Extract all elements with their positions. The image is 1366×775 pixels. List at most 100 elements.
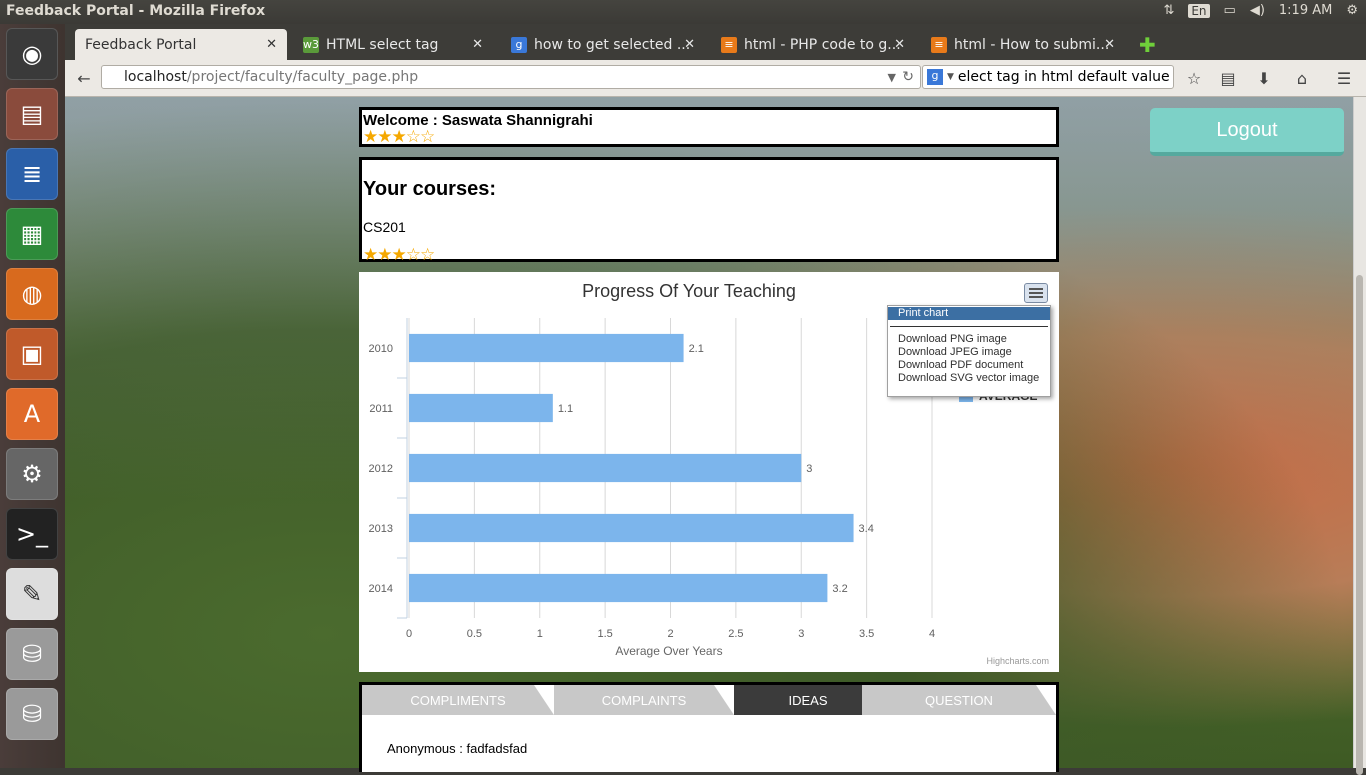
search-bar[interactable]: g ▼ elect tag in html default value (922, 65, 1174, 89)
chevron-down-icon[interactable]: ▼ (947, 72, 954, 82)
tab-html-select-tag[interactable]: w3 HTML select tag ✕ (293, 29, 493, 60)
close-icon[interactable]: ✕ (266, 37, 277, 52)
x-tick-label: 3.5 (859, 628, 874, 640)
star-filled-icon: ★ (377, 245, 392, 264)
settings-icon[interactable]: ⚙ (6, 448, 58, 500)
firefox-icon[interactable]: ◍ (6, 268, 58, 320)
teaching-progress-chart: Progress Of Your Teaching 2010 2011 2012 20… (359, 272, 1059, 672)
page-viewport: Welcome : Saswata Shannigrahi ★★★☆☆ Logo… (65, 97, 1354, 772)
bar-2014[interactable] (409, 573, 828, 603)
menu-item-download-jpeg[interactable]: Download JPEG image (888, 346, 1050, 359)
x-tick-label: 1 (537, 628, 543, 640)
system-tray: ⇅ En ▭ ◀) 1:19 AM ⚙ (1163, 3, 1358, 18)
new-tab-icon[interactable]: ✚ (1139, 33, 1156, 57)
feedback-tabs-panel: COMPLIMENTS COMPLAINTS IDEAS QUESTION An… (359, 682, 1059, 772)
bar-2013[interactable] (409, 513, 854, 543)
chart-context-menu-button[interactable] (1024, 283, 1048, 303)
drive-icon[interactable]: ⛁ (6, 628, 58, 680)
clock[interactable]: 1:19 AM (1279, 3, 1332, 18)
reload-icon[interactable]: ↻ (902, 69, 914, 85)
browser-tab-strip: Feedback Portal ✕ w3 HTML select tag ✕ g… (65, 24, 1366, 60)
search-input-text[interactable]: elect tag in html default value (958, 69, 1170, 85)
gear-icon[interactable]: ⚙ (1346, 3, 1358, 18)
google-favicon-icon[interactable]: g (927, 69, 943, 85)
tab-how-to-get-selected[interactable]: g how to get selected ... ✕ (501, 29, 705, 60)
close-icon[interactable]: ✕ (472, 37, 483, 52)
x-tick-label: 1.5 (597, 628, 612, 640)
google-favicon-icon: g (511, 36, 527, 53)
menu-item-print-chart[interactable]: Print chart (888, 307, 1050, 320)
chevron-down-icon[interactable]: ▼ (888, 71, 896, 84)
x-tick-label: 3 (798, 628, 804, 640)
tab-label: html - PHP code to g... (744, 36, 901, 53)
calc-icon[interactable]: ▦ (6, 208, 58, 260)
drive-icon[interactable]: ⛁ (6, 688, 58, 740)
x-tick-label: 0.5 (467, 628, 482, 640)
url-bar[interactable]: localhost/project/faculty/faculty_page.p… (101, 65, 921, 89)
bar-2010[interactable] (409, 333, 684, 363)
keyboard-layout-indicator[interactable]: En (1188, 3, 1210, 18)
x-tick-label: 0 (406, 628, 412, 640)
menu-item-download-svg[interactable]: Download SVG vector image (888, 372, 1050, 385)
tab-label: how to get selected ... (534, 36, 691, 53)
network-icon[interactable]: ⇅ (1163, 3, 1174, 18)
tab-php-code[interactable]: ≡ html - PHP code to g... ✕ (711, 29, 915, 60)
tab-complaints[interactable]: COMPLAINTS (554, 685, 734, 715)
downloads-icon[interactable]: ⬇ (1251, 66, 1277, 90)
stackoverflow-favicon-icon: ≡ (721, 36, 737, 53)
star-empty-icon: ☆ (405, 127, 421, 147)
tab-label: COMPLAINTS (601, 692, 687, 708)
terminal-icon[interactable]: >_ (6, 508, 58, 560)
chart-credits-link[interactable]: Highcharts.com (986, 656, 1049, 666)
software-center-icon[interactable]: A (6, 388, 58, 440)
back-button[interactable]: ← (71, 66, 97, 90)
text-editor-icon[interactable]: ✎ (6, 568, 58, 620)
unity-launcher: ◉ ▤ ≣ ▦ ◍ ▣ A ⚙ >_ ✎ ⛁ ⛁ (0, 24, 66, 768)
battery-icon[interactable]: ▭ (1224, 3, 1236, 18)
stackoverflow-favicon-icon: ≡ (931, 36, 947, 53)
menu-separator (890, 326, 1048, 327)
logout-button[interactable]: Logout (1150, 108, 1344, 156)
tab-label: html - How to submi... (954, 36, 1110, 53)
page-scrollbar[interactable] (1353, 97, 1366, 775)
bookmarks-menu-icon[interactable]: ▤ (1215, 66, 1241, 90)
menu-item-download-pdf[interactable]: Download PDF document (888, 359, 1050, 372)
welcome-label: Welcome : Saswata Shannigrahi (363, 112, 593, 129)
x-tick-label: 2.5 (728, 628, 743, 640)
files-icon[interactable]: ▤ (6, 88, 58, 140)
impress-icon[interactable]: ▣ (6, 328, 58, 380)
course-code[interactable]: CS201 (363, 219, 1055, 235)
url-host: localhost (124, 69, 187, 85)
welcome-rating-stars: ★★★☆☆ (363, 127, 1055, 147)
close-icon[interactable]: ✕ (684, 37, 695, 52)
star-filled-icon: ★ (363, 127, 378, 147)
ubuntu-logo-icon[interactable]: ◉ (6, 28, 58, 80)
close-icon[interactable]: ✕ (1104, 37, 1115, 52)
courses-heading: Your courses: (363, 178, 496, 200)
course-rating-stars: ★★★☆☆ (363, 245, 1055, 264)
menu-item-download-png[interactable]: Download PNG image (888, 333, 1050, 346)
tab-feedback-portal[interactable]: Feedback Portal ✕ (75, 29, 287, 60)
welcome-box: Welcome : Saswata Shannigrahi ★★★☆☆ (359, 107, 1059, 147)
courses-box: Your courses: CS201 ★★★☆☆ (359, 157, 1059, 264)
tab-question[interactable]: QUESTION (862, 685, 1056, 715)
tab-compliments[interactable]: COMPLIMENTS (362, 685, 554, 715)
hamburger-menu-icon[interactable]: ☰ (1331, 66, 1357, 90)
feedback-post: Anonymous : fadfadsfad (387, 741, 528, 756)
star-filled-icon: ★ (391, 127, 407, 147)
os-top-panel: Feedback Portal - Mozilla Firefox ⇅ En ▭… (0, 0, 1366, 24)
tab-label: HTML select tag (326, 36, 439, 53)
volume-icon[interactable]: ◀) (1250, 3, 1265, 18)
writer-icon[interactable]: ≣ (6, 148, 58, 200)
scrollbar-thumb[interactable] (1356, 275, 1363, 775)
home-icon[interactable]: ⌂ (1289, 66, 1315, 90)
data-label: 1.1 (558, 403, 573, 415)
bookmark-star-icon[interactable]: ☆ (1181, 66, 1207, 90)
tab-ideas[interactable]: IDEAS (734, 685, 882, 715)
bar-2011[interactable] (409, 393, 553, 423)
close-icon[interactable]: ✕ (894, 37, 905, 52)
navigation-toolbar: ← localhost/project/faculty/faculty_page… (65, 60, 1366, 97)
x-axis-title: Average Over Years (615, 644, 722, 658)
tab-how-to-submit[interactable]: ≡ html - How to submi... ✕ (921, 29, 1125, 60)
bar-2012[interactable] (409, 453, 802, 483)
